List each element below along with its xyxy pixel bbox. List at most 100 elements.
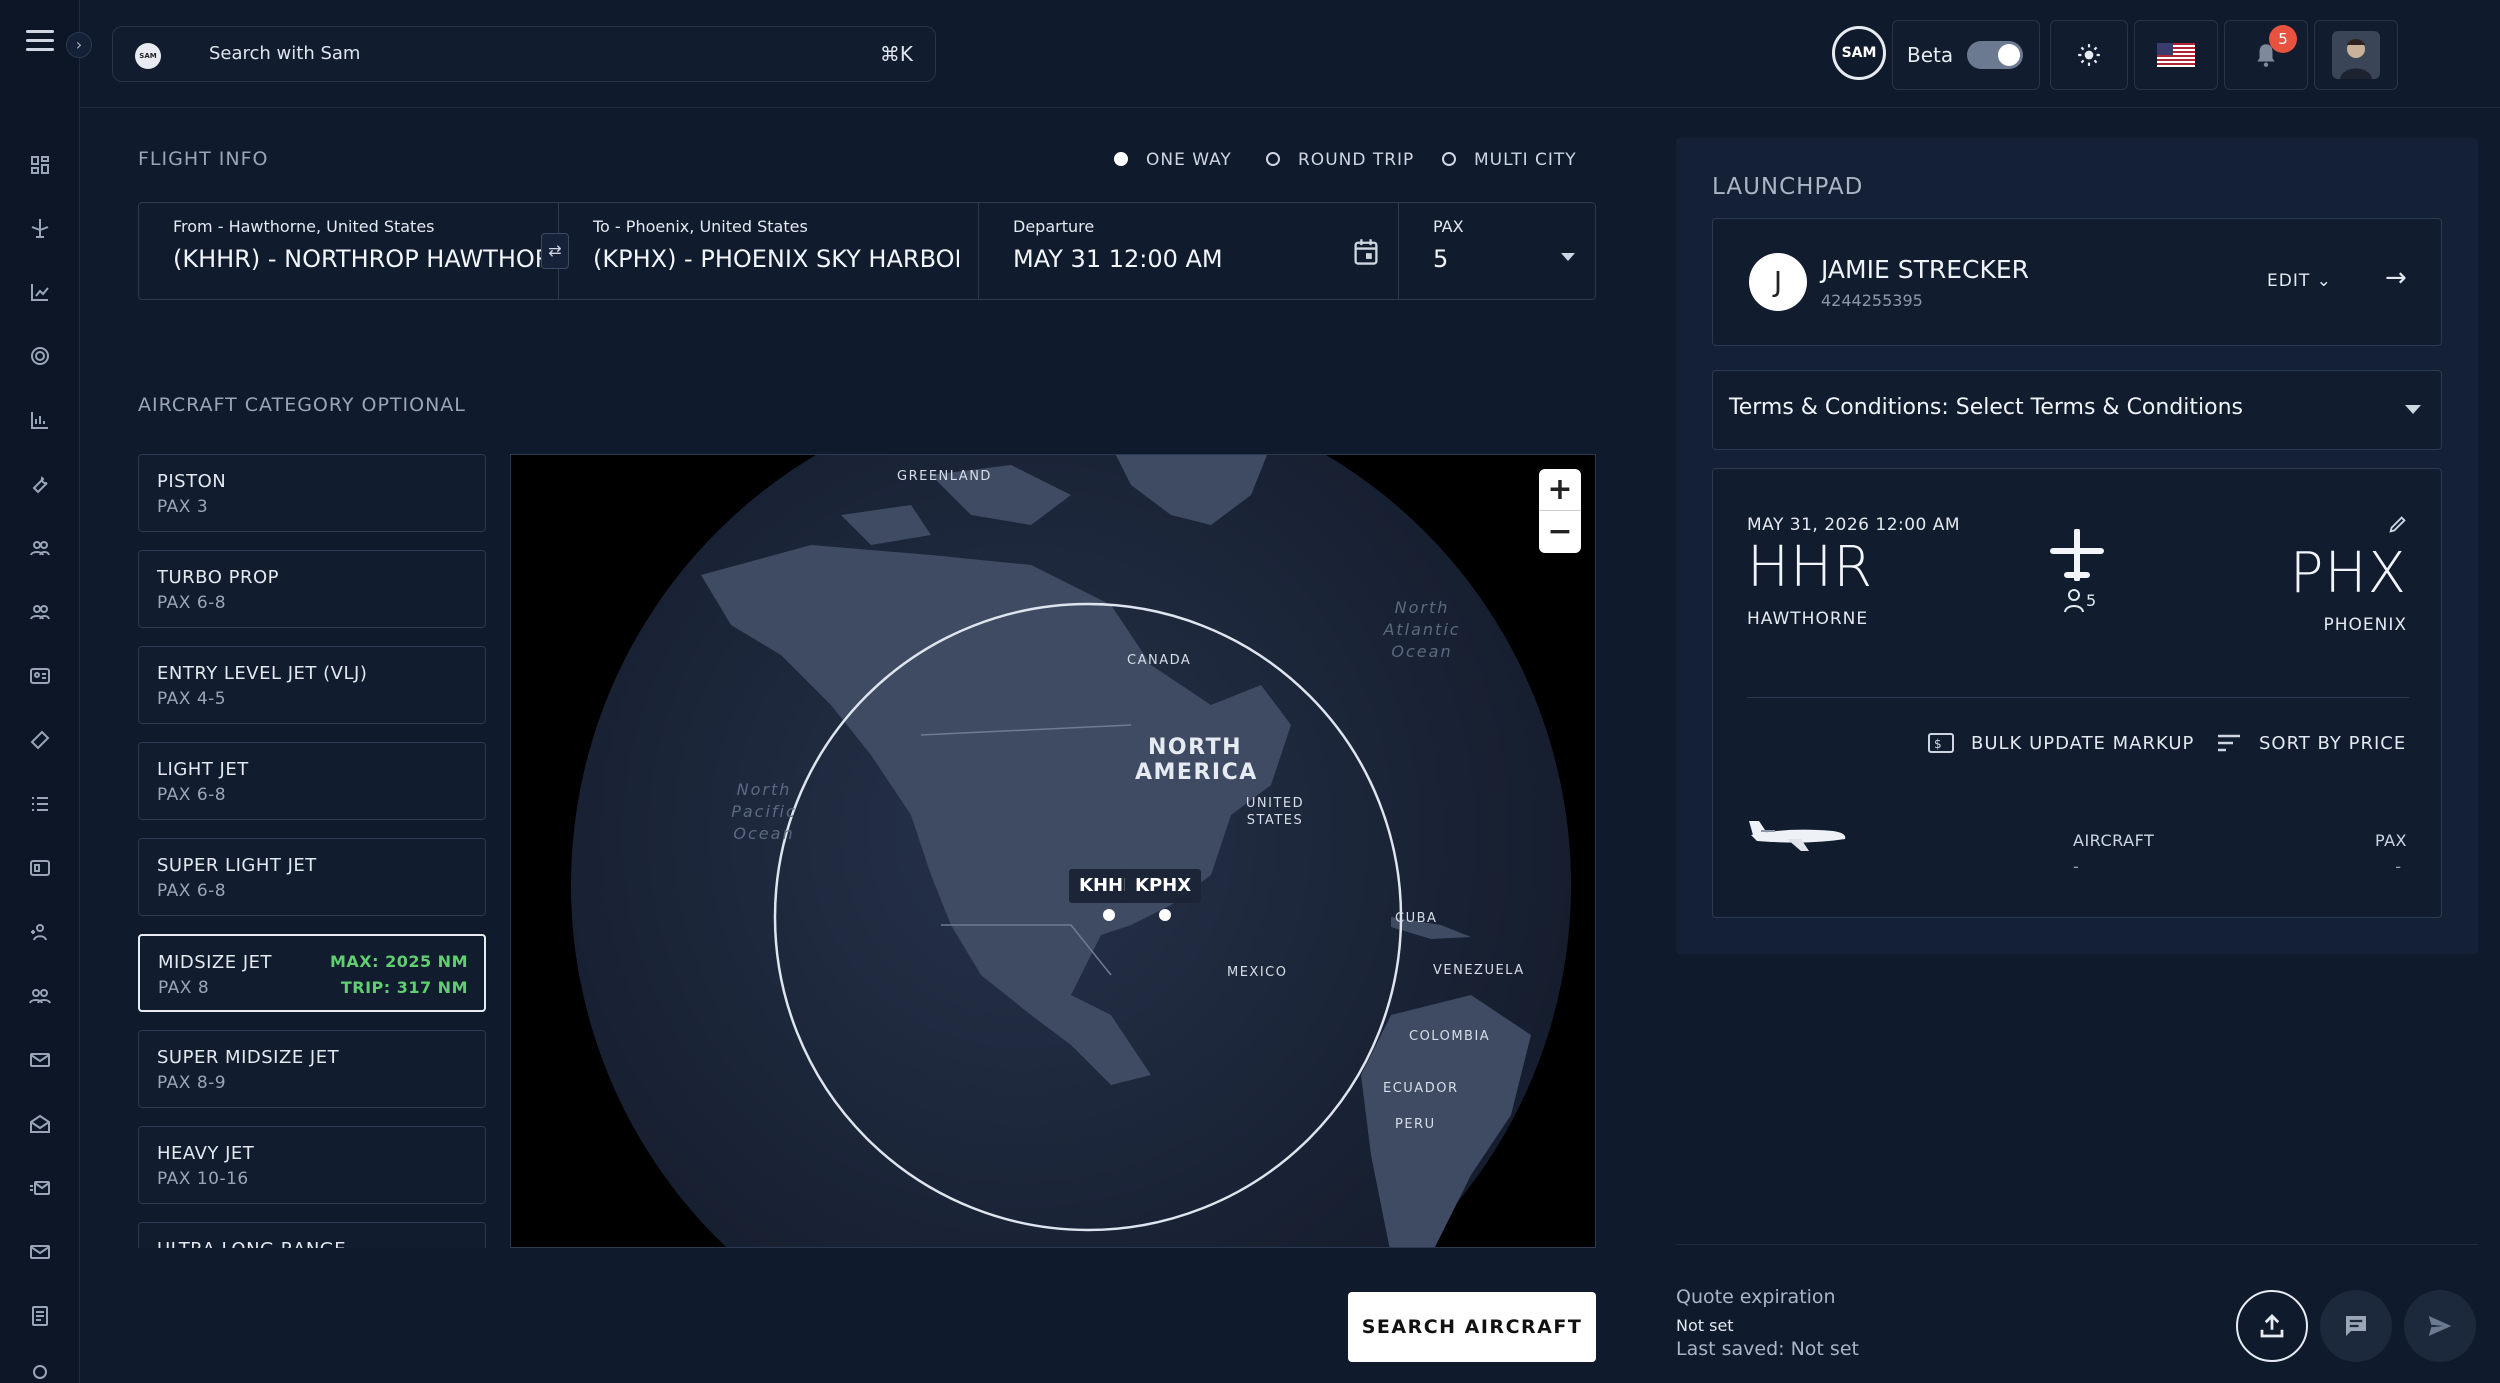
edit-client-button[interactable]: EDIT ⌄ <box>2267 271 2332 291</box>
route-map[interactable]: GREENLAND CANADA NORTH AMERICA UNITED ST… <box>510 454 1596 1248</box>
pax-field[interactable]: PAX 5 <box>1399 203 1595 299</box>
departure-field[interactable]: Departure MAY 31 12:00 AM <box>979 203 1399 299</box>
launchpad-panel: LAUNCHPAD J JAMIE STRECKER 4244255395 ED… <box>1676 138 2478 954</box>
category-entry-level-jet[interactable]: ENTRY LEVEL JET (VLJ) PAX 4-5 <box>138 646 486 724</box>
send-button[interactable] <box>2404 1290 2476 1362</box>
pencil-icon[interactable] <box>2387 513 2409 535</box>
quote-expiration-value: Not set <box>1676 1316 1734 1335</box>
document-icon[interactable] <box>28 1304 52 1328</box>
svg-text:$: $ <box>1934 737 1943 751</box>
footer-divider <box>1676 1244 2478 1245</box>
pax-column-value: - <box>2395 857 2401 876</box>
zoom-in-button[interactable]: + <box>1539 469 1581 511</box>
category-midsize-jet[interactable]: MIDSIZE JET PAX 8 MAX: 2025 NM TRIP: 317 … <box>138 934 486 1012</box>
send-icon <box>2428 1316 2452 1336</box>
category-piston[interactable]: PISTON PAX 3 <box>138 454 486 532</box>
aircraft-column-header: AIRCRAFT <box>2073 831 2155 850</box>
chat-button[interactable] <box>2320 1290 2392 1362</box>
calendar-icon[interactable] <box>1352 237 1380 267</box>
last-saved-status: Last saved: Not set <box>1676 1338 1859 1360</box>
map-label-greenland: GREENLAND <box>897 469 992 484</box>
notification-badge: 5 <box>2269 25 2297 53</box>
group-icon[interactable] <box>28 984 52 1008</box>
sam-logo[interactable]: SAM <box>1832 26 1886 80</box>
user-avatar-button[interactable] <box>2314 20 2398 90</box>
lightbulb-icon[interactable] <box>28 1362 52 1383</box>
terms-select[interactable]: Terms & Conditions: Select Terms & Condi… <box>1712 370 2442 450</box>
category-super-midsize-jet[interactable]: SUPER MIDSIZE JET PAX 8-9 <box>138 1030 486 1108</box>
envelope-icon[interactable] <box>28 1240 52 1264</box>
dashboard-icon[interactable] <box>28 153 52 177</box>
menu-icon[interactable] <box>26 30 54 52</box>
radio-multi-city[interactable]: MULTI CITY <box>1442 150 1577 170</box>
pax-dropdown-icon[interactable] <box>1561 253 1575 261</box>
radio-one-way[interactable]: ONE WAY <box>1114 150 1232 170</box>
swap-airports-button[interactable]: ⇄ <box>541 233 569 269</box>
person-icon <box>2064 589 2084 613</box>
wrench-icon[interactable] <box>28 472 52 496</box>
zoom-controls: + − <box>1539 469 1581 553</box>
checklist-icon[interactable] <box>28 792 52 816</box>
map-label-venezuela: VENEZUELA <box>1433 963 1525 978</box>
arrow-right-icon[interactable]: → <box>2385 263 2407 293</box>
destination-city: PHOENIX <box>2323 615 2407 635</box>
airplane-icon <box>2050 529 2104 581</box>
category-light-jet[interactable]: LIGHT JET PAX 6-8 <box>138 742 486 820</box>
language-button[interactable] <box>2134 20 2218 90</box>
beta-toggle[interactable] <box>1967 41 2023 69</box>
departure-label: Departure <box>1013 217 1095 236</box>
mail-icon[interactable] <box>28 1048 52 1072</box>
mail-open-icon[interactable] <box>28 1112 52 1136</box>
max-range: MAX: 2025 NM <box>329 952 468 971</box>
airplane-icon[interactable] <box>28 216 52 240</box>
mail-fast-icon[interactable] <box>28 1176 52 1200</box>
radio-round-trip[interactable]: ROUND TRIP <box>1266 150 1414 170</box>
map-label-united-states: UNITED STATES <box>1245 796 1305 828</box>
departure-value: MAY 31 12:00 AM <box>1013 245 1223 273</box>
category-super-light-jet[interactable]: SUPER LIGHT JET PAX 6-8 <box>138 838 486 916</box>
search-aircraft-button[interactable]: SEARCH AIRCRAFT <box>1348 1292 1596 1362</box>
chart-icon[interactable] <box>28 280 52 304</box>
analytics-icon[interactable] <box>28 408 52 432</box>
beta-toggle-box: Beta <box>1892 20 2040 90</box>
terms-label: Terms & Conditions: Select Terms & Condi… <box>1729 395 2244 420</box>
contacts-icon[interactable] <box>28 600 52 624</box>
sort-by-price-button[interactable]: SORT BY PRICE <box>2218 733 2406 754</box>
sidebar-expand-icon[interactable]: › <box>66 32 92 58</box>
map-label-colombia: COLOMBIA <box>1409 1029 1491 1044</box>
divider <box>1747 697 2409 698</box>
users-icon[interactable] <box>28 536 52 560</box>
to-field[interactable]: To - Phoenix, United States (KPHX) - PHO… <box>559 203 979 299</box>
sort-icon <box>2218 734 2240 752</box>
card-icon[interactable] <box>28 856 52 880</box>
upload-button[interactable] <box>2236 1290 2308 1362</box>
destination-airport-label: KPHX <box>1125 869 1202 903</box>
trip-distance: TRIP: 317 NM <box>340 978 468 997</box>
map-label-north-pacific: North Pacific Ocean <box>731 780 797 843</box>
target-icon[interactable] <box>28 344 52 368</box>
trip-summary-card: MAY 31, 2026 12:00 AM HHR HAWTHORNE 5 PH… <box>1712 468 2442 918</box>
add-user-icon[interactable] <box>28 920 52 944</box>
category-heavy-jet[interactable]: HEAVY JET PAX 10-16 <box>138 1126 486 1204</box>
from-value: (KHHR) - NORTHROP HAWTHORNE <box>173 245 543 273</box>
theme-toggle-button[interactable] <box>2050 20 2128 90</box>
category-turbo-prop[interactable]: TURBO PROP PAX 6-8 <box>138 550 486 628</box>
zoom-out-button[interactable]: − <box>1539 511 1581 553</box>
client-avatar: J <box>1749 253 1807 311</box>
from-field[interactable]: From - Hawthorne, United States (KHHR) -… <box>139 203 559 299</box>
quote-expiration-label: Quote expiration <box>1676 1286 1836 1308</box>
destination-pin[interactable] <box>1159 909 1171 921</box>
flight-info-title: FLIGHT INFO <box>138 148 269 170</box>
client-card: J JAMIE STRECKER 4244255395 EDIT ⌄ → <box>1712 218 2442 346</box>
search-with-sam-bar[interactable]: SAM Search with Sam ⌘K <box>112 26 936 82</box>
category-ultra-long-range[interactable]: ULTRA LONG RANGE <box>138 1222 486 1248</box>
origin-pin[interactable] <box>1103 909 1115 921</box>
map-label-north-america: NORTH AMERICA <box>1135 735 1258 785</box>
bulk-update-markup-button[interactable]: $ BULK UPDATE MARKUP <box>1928 733 2194 754</box>
dropdown-caret-icon <box>2405 405 2421 414</box>
markup-icon: $ <box>1928 733 1954 753</box>
beta-label: Beta <box>1907 43 1954 67</box>
ticket-icon[interactable] <box>28 728 52 752</box>
notifications-button[interactable]: 5 <box>2224 20 2308 90</box>
id-card-icon[interactable] <box>28 664 52 688</box>
